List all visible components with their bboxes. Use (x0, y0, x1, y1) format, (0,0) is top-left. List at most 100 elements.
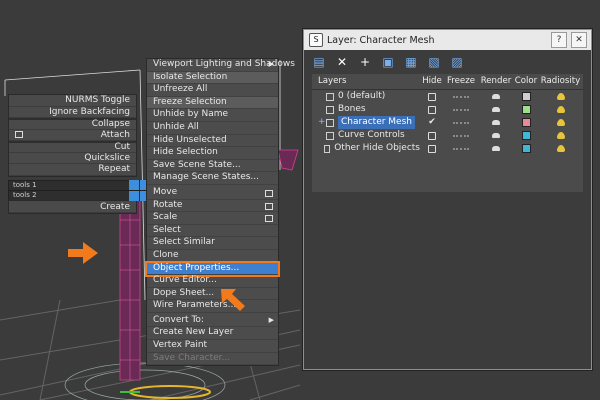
app-icon: S (309, 33, 323, 47)
menu-item-manage-scene-states[interactable]: Manage Scene States... (147, 172, 278, 185)
menu-item-hide-selection[interactable]: Hide Selection (147, 147, 278, 160)
hide-all-layers-icon[interactable]: ▧ (425, 53, 443, 71)
layer-window: S Layer: Character Mesh ? ✕ ▤ ✕ + ▣ ▦ ▧ … (303, 29, 592, 370)
menu-item-isolate-selection[interactable]: Isolate Selection (147, 71, 278, 85)
layer-color-swatch[interactable] (521, 118, 531, 127)
options-box-icon[interactable] (265, 189, 273, 197)
render-teapot-icon[interactable] (492, 94, 500, 99)
active-layer-check-icon[interactable]: ✔ (428, 116, 436, 129)
layer-row[interactable]: 0 (default) (312, 90, 583, 103)
column-header-freeze[interactable]: Freeze (444, 74, 478, 89)
layer-icon (326, 118, 334, 127)
menu-item-unhide-all[interactable]: Unhide All (147, 122, 278, 135)
freeze-toggle[interactable] (453, 95, 469, 98)
menu-item-unhide-by-name[interactable]: Unhide by Name (147, 109, 278, 122)
menu-item-wire-parameters[interactable]: Wire Parameters... (147, 300, 278, 313)
menu-item-save-scene-state[interactable]: Save Scene State... (147, 160, 278, 173)
menu-item-1[interactable]: Ignore Backfacing (9, 107, 136, 118)
freeze-toggle[interactable] (453, 108, 469, 111)
menu-item-label: Repeat (98, 164, 130, 175)
freeze-toggle[interactable] (453, 134, 469, 137)
tutorial-arrow-up-left-icon (221, 289, 245, 311)
layer-color-swatch[interactable] (521, 131, 531, 140)
menu-item-move[interactable]: Move (147, 187, 278, 200)
radiosity-bulb-icon[interactable] (556, 145, 565, 152)
menu-item-curve-editor[interactable]: Curve Editor... (147, 275, 278, 288)
layer-color-swatch[interactable] (521, 92, 531, 101)
menu-item-freeze-selection[interactable]: Freeze Selection (147, 96, 278, 110)
menu-item-dope-sheet[interactable]: Dope Sheet... (147, 288, 278, 301)
hide-checkbox[interactable] (428, 131, 436, 140)
layer-name[interactable]: Bones (338, 103, 366, 116)
column-header-render[interactable]: Render (478, 74, 514, 89)
add-to-layer-icon[interactable]: + (356, 53, 374, 71)
menu-item-0[interactable]: NURMS Toggle (9, 95, 136, 107)
menu-item-2[interactable]: Collapse (9, 118, 136, 130)
menu-item-vertex-paint[interactable]: Vertex Paint (147, 340, 278, 353)
menu-item-select-similar[interactable]: Select Similar (147, 237, 278, 250)
freeze-toggle[interactable] (453, 147, 469, 150)
hide-checkbox[interactable] (428, 144, 436, 153)
menu-item-viewport-lighting-and-shadows[interactable]: Viewport Lighting and Shadows ▶ (147, 59, 295, 72)
menu-item-object-properties[interactable]: Object Properties... (145, 260, 280, 278)
menu-item-label: Hide Unselected (153, 134, 227, 145)
radiosity-bulb-icon[interactable] (556, 106, 565, 113)
menu-item-select[interactable]: Select (147, 225, 278, 238)
quad-menu-left: NURMS Toggle Ignore Backfacing Collapse Att… (8, 94, 137, 177)
menu-item-5[interactable]: Quickslice (9, 152, 136, 164)
select-objects-icon[interactable]: ▣ (379, 53, 397, 71)
render-teapot-icon[interactable] (492, 120, 500, 125)
radiosity-bulb-icon[interactable] (556, 119, 565, 126)
menu-item-3[interactable]: Attach (9, 130, 136, 141)
freeze-toggle[interactable] (453, 121, 469, 124)
layer-name[interactable]: Curve Controls (338, 129, 405, 142)
render-teapot-icon[interactable] (492, 146, 500, 151)
options-box-icon[interactable] (15, 131, 23, 139)
layer-name[interactable]: Other Hide Objects (334, 142, 420, 155)
new-layer-icon[interactable]: ▤ (310, 53, 328, 71)
layer-color-swatch[interactable] (521, 144, 531, 153)
hide-checkbox[interactable] (428, 92, 436, 101)
render-teapot-icon[interactable] (492, 133, 500, 138)
layer-row[interactable]: + Character Mesh ✔ (312, 116, 583, 129)
menu-item-scale[interactable]: Scale (147, 212, 278, 225)
column-header-layers[interactable]: Layers (312, 74, 420, 89)
menu-item-label: Quickslice (84, 152, 130, 163)
radiosity-bulb-icon[interactable] (556, 93, 565, 100)
menu-item-label: Select (153, 224, 181, 235)
options-box-icon[interactable] (265, 202, 273, 210)
menu-item-clone[interactable]: Clone (147, 250, 278, 263)
menu-item-4[interactable]: Cut (9, 141, 136, 153)
menu-item-label: Create New Layer (153, 327, 234, 338)
menu-item-convert-to[interactable]: Convert To: ▶ (147, 315, 278, 328)
layer-name[interactable]: 0 (default) (338, 90, 385, 103)
menu-item-label: Freeze Selection (153, 96, 227, 107)
help-button[interactable]: ? (551, 32, 567, 48)
layer-row[interactable]: Other Hide Objects (312, 142, 583, 155)
layer-window-titlebar[interactable]: S Layer: Character Mesh ? ✕ (304, 30, 591, 50)
freeze-all-layers-icon[interactable]: ▨ (448, 53, 466, 71)
column-header-radiosity[interactable]: Radiosity (538, 74, 583, 89)
delete-layer-icon[interactable]: ✕ (333, 53, 351, 71)
column-header-color[interactable]: Color (514, 74, 538, 89)
column-header-hide[interactable]: Hide (420, 74, 444, 89)
menu-item-label: Create (100, 201, 130, 212)
layer-color-swatch[interactable] (521, 105, 531, 114)
menu-item-unfreeze-all[interactable]: Unfreeze All (147, 84, 278, 97)
radiosity-bulb-icon[interactable] (556, 132, 565, 139)
layer-row[interactable]: Curve Controls (312, 129, 583, 142)
layer-row[interactable]: Bones (312, 103, 583, 116)
options-box-icon[interactable] (265, 215, 273, 223)
layer-name[interactable]: Character Mesh (338, 116, 415, 129)
render-teapot-icon[interactable] (492, 107, 500, 112)
close-button[interactable]: ✕ (571, 32, 587, 48)
menu-item-6[interactable]: Repeat (9, 164, 136, 176)
menu-item-create[interactable]: Create (9, 201, 136, 213)
layer-table: Layers Hide Freeze Render Color Radiosity 0 (… (312, 74, 583, 192)
expand-icon[interactable]: + (318, 116, 326, 129)
menu-item-hide-unselected[interactable]: Hide Unselected (147, 135, 278, 148)
menu-item-rotate[interactable]: Rotate (147, 200, 278, 213)
menu-item-create-new-layer[interactable]: Create New Layer (147, 327, 278, 341)
hide-checkbox[interactable] (428, 105, 436, 114)
highlight-layer-icon[interactable]: ▦ (402, 53, 420, 71)
